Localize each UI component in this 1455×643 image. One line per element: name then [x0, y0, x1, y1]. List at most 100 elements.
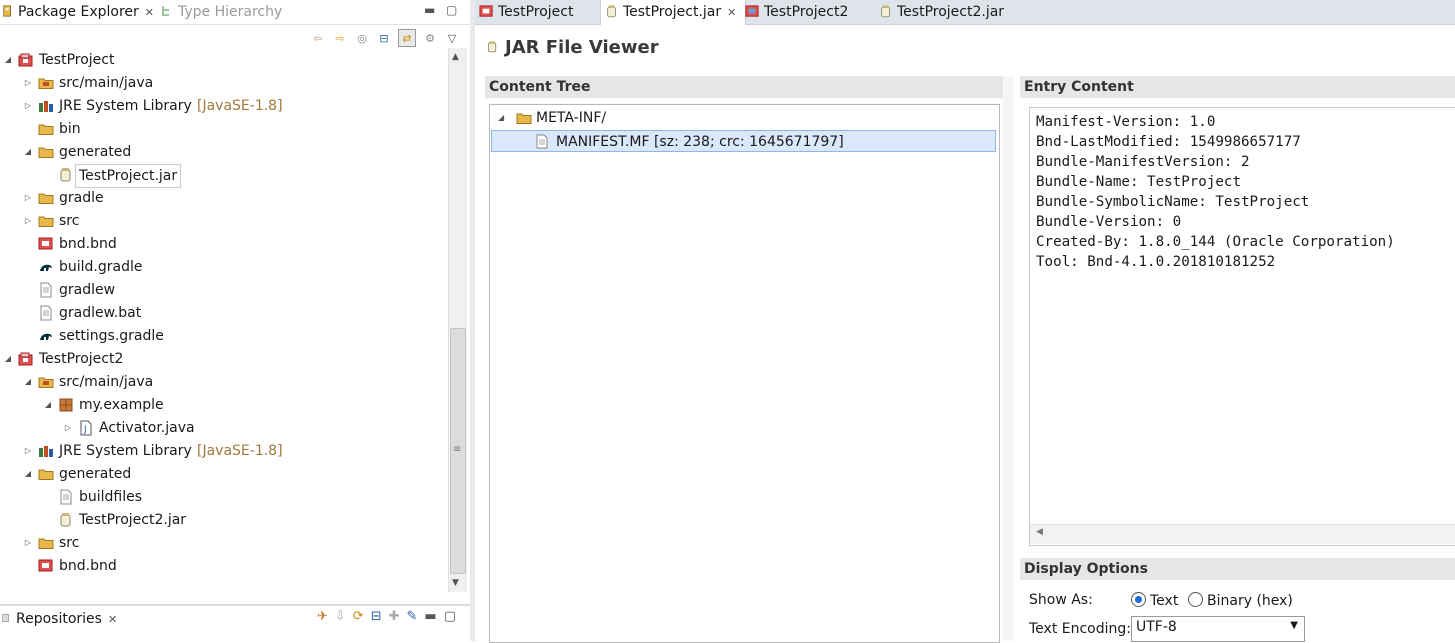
- expand-twisty-icon[interactable]: ▷: [23, 532, 33, 554]
- close-icon[interactable]: ✕: [108, 608, 117, 632]
- scroll-down-icon[interactable]: ▼: [452, 578, 459, 588]
- forward-icon[interactable]: ⇨: [332, 30, 348, 46]
- tree-item[interactable]: gradlew: [0, 279, 448, 301]
- tree-item[interactable]: ▷ src: [0, 210, 448, 232]
- back-icon[interactable]: ⇦: [310, 30, 326, 46]
- explorer-toolbar: ⇦ ⇨ ◎ ⊟ ⇄ ⚙ ▽: [310, 28, 460, 48]
- tree-item[interactable]: ◢ TestProject2: [0, 348, 448, 370]
- tab-editor-testproject[interactable]: TestProject: [479, 0, 573, 24]
- tree-item-label: TestProject: [39, 52, 115, 68]
- tab-editor-label: TestProject.jar: [623, 4, 722, 20]
- tab-package-explorer[interactable]: Package Explorer ✕: [2, 0, 154, 24]
- radio-binary[interactable]: Binary (hex): [1188, 592, 1293, 609]
- tree-item[interactable]: ▷ JRE System Library [JavaSE-1.8]: [0, 440, 448, 462]
- collapse-twisty-icon[interactable]: ◢: [3, 49, 13, 71]
- tree-item[interactable]: TestProject2.jar: [0, 509, 448, 531]
- manifest-line: Bundle-SymbolicName: TestProject: [1036, 194, 1310, 210]
- file-icon: [536, 134, 548, 149]
- show-as-label: Show As:: [1029, 592, 1093, 608]
- tree-item[interactable]: ◢ generated: [0, 463, 448, 485]
- scroll-up-icon[interactable]: ▲: [452, 52, 459, 62]
- tree-item[interactable]: bnd.bnd: [0, 233, 448, 255]
- manifest-line: Bnd-LastModified: 1549986657177: [1036, 134, 1301, 150]
- viewer-sash[interactable]: [1003, 76, 1013, 641]
- tab-repositories[interactable]: Repositories ✕: [2, 607, 117, 631]
- close-icon[interactable]: ✕: [727, 1, 736, 25]
- folder-icon: [38, 535, 54, 551]
- collapse-twisty-icon[interactable]: ◢: [43, 394, 53, 416]
- add-icon[interactable]: ✚: [389, 609, 400, 624]
- tree-item-label: bin: [59, 121, 81, 137]
- scroll-left-icon[interactable]: ◀: [1036, 527, 1043, 537]
- tree-node-label: META-INF/: [536, 110, 607, 126]
- expand-twisty-icon[interactable]: ▷: [23, 187, 33, 209]
- scroll-grip-icon: ≡: [453, 444, 462, 455]
- collapse-all-icon[interactable]: ⊟: [376, 30, 392, 46]
- tree-item[interactable]: bin: [0, 118, 448, 140]
- entry-hscrollbar[interactable]: ◀: [1030, 524, 1455, 544]
- expand-twisty-icon[interactable]: ▷: [23, 210, 33, 232]
- tree-item-label: gradlew: [59, 282, 116, 298]
- tab-editor-testproject2-jar[interactable]: TestProject2.jar: [879, 0, 1004, 24]
- repositories-icon: [2, 614, 9, 622]
- edit-icon[interactable]: ✎: [407, 609, 418, 624]
- minimize-icon[interactable]: ▬: [424, 609, 436, 624]
- tree-item[interactable]: ◢ src/main/java: [0, 371, 448, 393]
- close-icon[interactable]: ✕: [145, 1, 154, 25]
- manifest-line: Bundle-Version: 0: [1036, 214, 1182, 230]
- tree-item[interactable]: ◢ my.example: [0, 394, 448, 416]
- chevron-down-icon[interactable]: ▼: [1290, 620, 1298, 631]
- tree-item[interactable]: ◢ TestProject: [0, 49, 448, 71]
- radio-text[interactable]: Text: [1131, 592, 1178, 609]
- tree-item[interactable]: TestProject.jar: [0, 164, 448, 188]
- text-encoding-select[interactable]: UTF-8 ▼: [1131, 616, 1305, 642]
- tree-node-meta-inf[interactable]: ◢ META-INF/: [492, 107, 995, 129]
- tree-item[interactable]: ▷ JRE System Library [JavaSE-1.8]: [0, 95, 448, 117]
- tree-item[interactable]: settings.gradle: [0, 325, 448, 347]
- tree-item[interactable]: ▷ gradle: [0, 187, 448, 209]
- collapse-twisty-icon[interactable]: ◢: [3, 348, 13, 370]
- maximize-icon[interactable]: ▢: [444, 609, 456, 624]
- jar-icon: [607, 5, 616, 18]
- expand-twisty-icon[interactable]: ▷: [23, 95, 33, 117]
- expand-twisty-icon[interactable]: ▷: [23, 72, 33, 94]
- expand-twisty-icon[interactable]: ◢: [498, 107, 504, 129]
- tree-item[interactable]: bnd.bnd: [0, 555, 448, 577]
- minimize-icon[interactable]: ▬: [424, 3, 435, 17]
- tree-item-label: generated: [59, 466, 132, 482]
- tree-item-label: bnd.bnd: [59, 558, 117, 574]
- tree-item[interactable]: build.gradle: [0, 256, 448, 278]
- tree-item[interactable]: buildfiles: [0, 486, 448, 508]
- tree-item[interactable]: gradlew.bat: [0, 302, 448, 324]
- tab-editor-testproject2[interactable]: TestProject2: [745, 0, 848, 24]
- entry-content-text[interactable]: Manifest-Version: 1.0 Bnd-LastModified: 1…: [1029, 107, 1455, 546]
- import-icon[interactable]: ⇩: [335, 609, 346, 624]
- tab-type-hierarchy[interactable]: Type Hierarchy: [160, 0, 282, 24]
- tree-item[interactable]: ◢ generated: [0, 141, 448, 163]
- expand-twisty-icon[interactable]: ▷: [63, 417, 73, 439]
- tab-editor-testproject-jar[interactable]: TestProject.jar ✕: [600, 0, 746, 25]
- collapse-twisty-icon[interactable]: ◢: [23, 141, 33, 163]
- tree-item-label: buildfiles: [79, 489, 143, 505]
- view-menu-icon[interactable]: ▽: [444, 30, 460, 46]
- rocket-icon[interactable]: ✈: [317, 609, 328, 624]
- refresh-icon[interactable]: ⟳: [353, 609, 364, 624]
- tree-item[interactable]: ▷ src: [0, 532, 448, 554]
- radio-binary-label: Binary (hex): [1207, 593, 1293, 609]
- link-with-editor-icon[interactable]: ⇄: [398, 29, 416, 47]
- maximize-icon[interactable]: ▢: [446, 3, 457, 17]
- source-folder-icon: [38, 75, 54, 91]
- filters-icon[interactable]: ⚙: [422, 30, 438, 46]
- collapse-twisty-icon[interactable]: ◢: [23, 371, 33, 393]
- manifest-line: Bundle-Name: TestProject: [1036, 174, 1241, 190]
- up-icon[interactable]: ◎: [354, 30, 370, 46]
- tree-item[interactable]: ▷ src/main/java: [0, 72, 448, 94]
- expand-twisty-icon[interactable]: ▷: [23, 440, 33, 462]
- radio-unselected-icon[interactable]: [1188, 592, 1203, 607]
- radio-selected-icon[interactable]: [1131, 592, 1146, 607]
- tree-item[interactable]: ▷ J Activator.java: [0, 417, 448, 439]
- tree-node-manifest[interactable]: MANIFEST.MF [sz: 238; crc: 1645671797]: [491, 130, 996, 152]
- file-icon: [58, 489, 74, 505]
- collapse-all-icon[interactable]: ⊟: [371, 609, 382, 624]
- collapse-twisty-icon[interactable]: ◢: [23, 463, 33, 485]
